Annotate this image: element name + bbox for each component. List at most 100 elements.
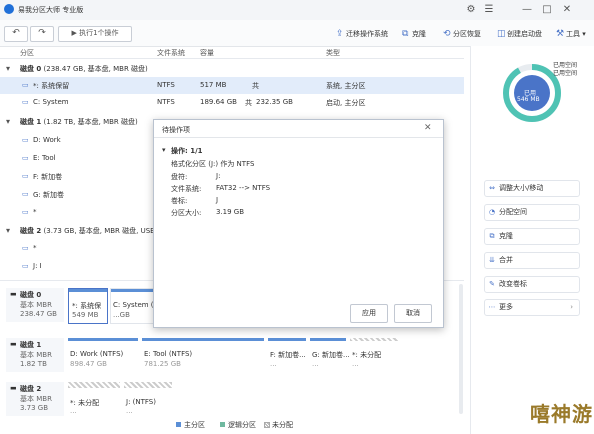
- column-header-type[interactable]: 类型: [326, 48, 340, 58]
- partition-row-j[interactable]: ▭ J: I: [0, 258, 140, 275]
- minimize-button[interactable]: —: [520, 3, 534, 17]
- disk-map-1-partition-e[interactable]: E: Tool (NTFS) 781.25 GB: [142, 338, 264, 372]
- apply-button[interactable]: 应用: [350, 304, 388, 323]
- migrate-os-button[interactable]: ⇪ 迁移操作系统: [336, 27, 388, 41]
- allocate-icon: ◔: [488, 208, 496, 216]
- partition-row-g[interactable]: ▭ G: 新加卷: [0, 186, 140, 203]
- more-action[interactable]: ⋯ 更多 ›: [484, 299, 580, 316]
- disk-map-name: 磁盘 1: [20, 341, 42, 349]
- collapse-icon[interactable]: ▾: [162, 146, 166, 154]
- usage-bar: [111, 289, 155, 292]
- partition-type: 系统, 主分区: [326, 82, 366, 90]
- tools-menu[interactable]: ⚒ 工具 ▾: [556, 27, 586, 41]
- execute-operations-button[interactable]: ▶ 执行1个操作: [58, 26, 132, 42]
- drive-icon: ▭: [22, 172, 29, 180]
- clone-icon: ⧉: [402, 29, 409, 39]
- disk-map-2-unallocated[interactable]: *: 未分配 ...: [68, 382, 120, 416]
- tools-icon: ⚒: [556, 29, 565, 39]
- partition-size: 549 MB: [72, 311, 99, 319]
- field-label-size: 分区大小:: [171, 209, 202, 217]
- column-header-filesystem[interactable]: 文件系统: [157, 48, 185, 58]
- redo-button[interactable]: ↷: [30, 26, 54, 42]
- settings-icon[interactable]: ⚙: [464, 3, 478, 17]
- clone-button[interactable]: ⧉ 克隆: [402, 27, 426, 41]
- disk-map-0-header[interactable]: ▬ 磁盘 0 基本 MBR 238.47 GB: [6, 288, 64, 322]
- partition-name: C: System: [33, 98, 69, 106]
- collapse-icon[interactable]: ▾: [6, 64, 10, 73]
- collapse-icon[interactable]: ▾: [6, 117, 10, 126]
- resize-icon: ⇔: [489, 184, 495, 192]
- partition-name: J: I: [33, 262, 42, 270]
- field-value-letter: J:: [216, 172, 221, 180]
- partition-label: G: 新加卷...: [312, 351, 350, 359]
- drive-icon: ▭: [22, 244, 29, 252]
- boot-icon: ◫: [497, 29, 506, 39]
- partition-recovery-button[interactable]: ⟲ 分区恢复: [443, 27, 481, 41]
- field-label-letter: 盘符:: [171, 173, 188, 181]
- partition-label: F: 新加卷...: [270, 351, 306, 359]
- map-scrollbar[interactable]: [459, 284, 463, 414]
- disk-map-size: 1.82 TB: [20, 360, 47, 368]
- menu-icon[interactable]: ☰: [482, 3, 496, 17]
- partition-size: 781.25 GB: [144, 360, 181, 368]
- operation-description: 格式化分区 (J:) 作为 NTFS: [171, 160, 255, 168]
- close-icon[interactable]: ✕: [424, 123, 432, 133]
- disk-map-0-partition-2[interactable]: C: System (NTFS) ...GB: [110, 288, 156, 324]
- disk-map-1-partition-g[interactable]: G: 新加卷... ...: [310, 338, 350, 372]
- partition-name: *: [33, 244, 37, 252]
- label-icon: ✎: [489, 280, 495, 288]
- disk-map-type: 基本 MBR: [20, 301, 52, 309]
- disk-map-2-header[interactable]: ▬ 磁盘 2 基本 MBR 3.73 GB: [6, 382, 64, 416]
- field-value-size: 3.19 GB: [216, 208, 245, 216]
- disk-row-0[interactable]: ▾ 磁盘 0 (238.47 GB, 基本盘, MBR 磁盘): [0, 60, 464, 77]
- column-header-partition[interactable]: 分区: [20, 48, 34, 58]
- partition-label: J: (NTFS): [126, 398, 156, 406]
- legend-primary-swatch: [176, 422, 181, 427]
- drive-icon: ▭: [22, 190, 29, 198]
- partition-row-unallocated-2[interactable]: ▭ *: [0, 240, 140, 257]
- partition-size: ...: [352, 360, 359, 368]
- drive-icon: ▭: [22, 136, 29, 144]
- create-bootable-button[interactable]: ◫创建启动盘: [497, 27, 542, 41]
- disk-map-1-partition-d[interactable]: D: Work (NTFS) 898.47 GB: [68, 338, 138, 372]
- disk-map-1-header[interactable]: ▬ 磁盘 1 基本 MBR 1.82 TB: [6, 338, 64, 372]
- operation-heading: 操作: 1/1: [171, 147, 203, 155]
- disk-map-2-partition-j[interactable]: J: (NTFS) ...: [124, 382, 172, 416]
- window-title: 易我分区大师 专业版: [18, 6, 84, 14]
- usage-legend-free: 已用空间: [553, 70, 578, 77]
- partition-name: G: 新加卷: [33, 191, 65, 199]
- disk-map-0-partition-1[interactable]: *: 系统保 549 MB: [68, 288, 108, 324]
- clone-action[interactable]: ⧉ 克隆: [484, 228, 580, 245]
- column-header-capacity[interactable]: 容量: [200, 48, 214, 58]
- merge-action[interactable]: ⇊ 合并: [484, 252, 580, 269]
- title-bar: 易我分区大师 专业版 ⚙ ☰ — □ ✕: [0, 0, 594, 21]
- maximize-button[interactable]: □: [540, 3, 554, 17]
- field-value-volume: J: [216, 196, 219, 204]
- partition-row-system-reserved[interactable]: ▭ *: 系统保留 NTFS 517 MB 共 系统, 主分区: [0, 77, 464, 94]
- partition-row-d[interactable]: ▭ D: Work: [0, 132, 140, 149]
- disk-map-1-unallocated[interactable]: *: 未分配 ...: [350, 338, 398, 372]
- disk-map-1-partition-f[interactable]: F: 新加卷... ...: [268, 338, 306, 372]
- chevron-down-icon: ▾: [580, 30, 586, 38]
- usage-bar: [69, 289, 107, 292]
- undo-button[interactable]: ↶: [4, 26, 28, 42]
- partition-row-unallocated[interactable]: ▭ *: [0, 204, 140, 221]
- cancel-button[interactable]: 取消: [394, 304, 432, 323]
- collapse-icon[interactable]: ▾: [6, 226, 10, 235]
- change-label-action[interactable]: ✎ 改变卷标: [484, 276, 580, 293]
- partition-row-c[interactable]: ▭ C: System NTFS 189.64 GB 共 232.35 GB 启…: [0, 94, 464, 111]
- drive-icon: ▭: [22, 208, 29, 216]
- legend-unallocated-label: 未分配: [272, 421, 293, 429]
- disk-map-size: 238.47 GB: [20, 310, 57, 318]
- allocate-space-action[interactable]: ◔ 分配空间: [484, 204, 580, 221]
- merge-icon: ⇊: [489, 256, 495, 264]
- resize-move-action[interactable]: ⇔ 调整大小/移动: [484, 180, 580, 197]
- partition-row-f[interactable]: ▭ F: 新加卷: [0, 168, 140, 185]
- partition-row-e[interactable]: ▭ E: Tool: [0, 150, 140, 167]
- drive-icon: ▭: [22, 81, 29, 89]
- close-button[interactable]: ✕: [560, 3, 574, 17]
- partition-size: 898.47 GB: [70, 360, 107, 368]
- pending-operations-dialog: 待操作项 ✕ ▾ 操作: 1/1 格式化分区 (J:) 作为 NTFS 盘符: …: [153, 119, 444, 328]
- legend-unallocated-swatch: [264, 422, 270, 428]
- partition-size: ...: [126, 407, 133, 415]
